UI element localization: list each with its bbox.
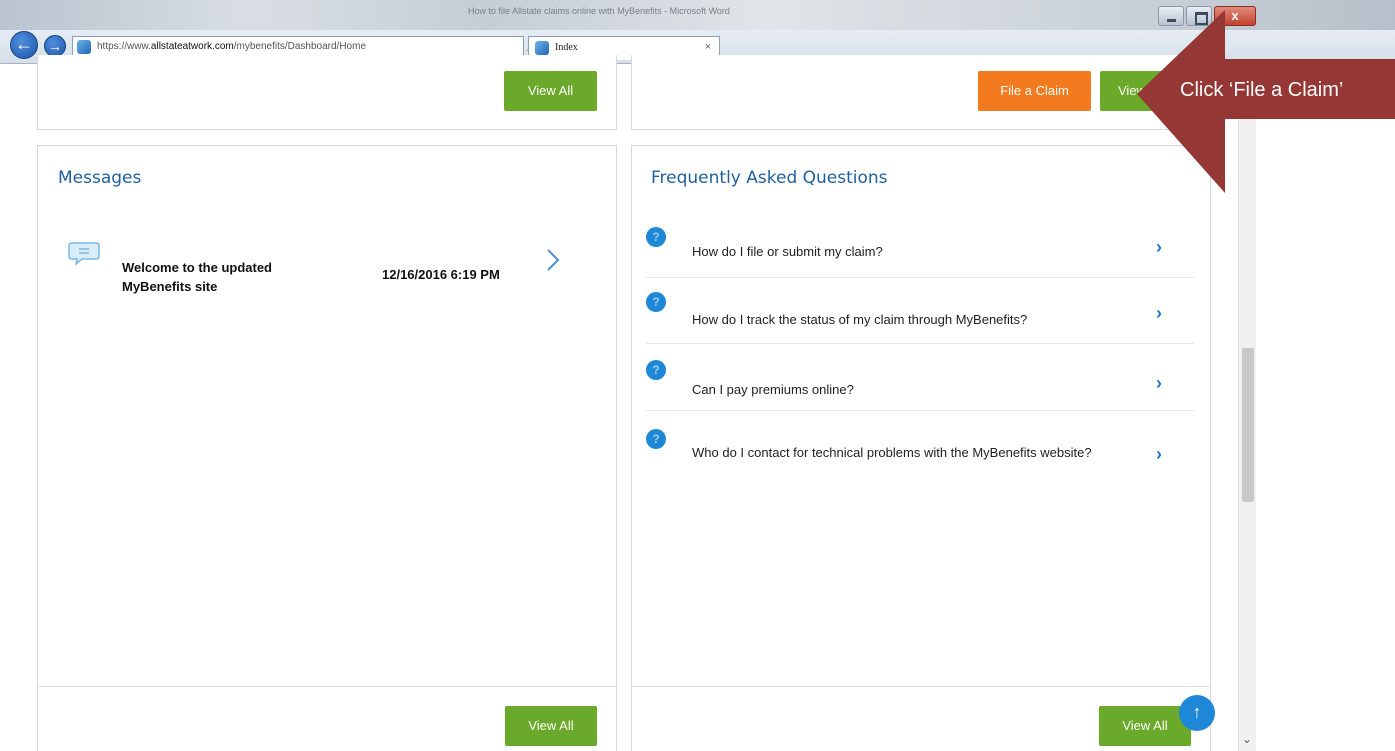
card-footer-divider: [38, 686, 616, 687]
chat-bubble-icon: [68, 242, 100, 265]
back-arrow-icon: ←: [15, 34, 33, 54]
question-icon: ?: [646, 360, 666, 380]
back-button[interactable]: ←: [10, 31, 38, 59]
site-favicon-icon: [77, 40, 91, 54]
chevron-right-icon[interactable]: ›: [1156, 444, 1162, 465]
url-prefix: https://www.: [97, 41, 151, 52]
url-text[interactable]: https://www.allstateatwork.com/mybenefit…: [97, 41, 366, 52]
window-title: How to file Allstate claims online with …: [468, 6, 730, 16]
chevron-right-icon[interactable]: ›: [1156, 303, 1162, 324]
scrollbar-thumb[interactable]: [1242, 348, 1254, 502]
forward-button[interactable]: →: [44, 35, 66, 57]
faq-question: Can I pay premiums online?: [692, 382, 854, 397]
top-left-card: View All: [37, 55, 617, 130]
messages-card: Messages Welcome to the updated MyBenefi…: [37, 145, 617, 751]
faq-item[interactable]: ? Who do I contact for technical problem…: [646, 426, 1194, 494]
faq-title: Frequently Asked Questions: [651, 168, 888, 188]
view-all-button[interactable]: View All: [1099, 706, 1191, 746]
card-footer-divider: [632, 686, 1210, 687]
forward-arrow-icon: →: [48, 38, 62, 54]
annotation-text: Click ‘File a Claim’: [1180, 79, 1344, 101]
question-icon: ?: [646, 292, 666, 312]
view-all-button[interactable]: View All: [505, 706, 597, 746]
faq-item[interactable]: ? How do I track the status of my claim …: [646, 288, 1194, 344]
tab-label: Index: [555, 42, 578, 53]
view-all-button[interactable]: View All: [504, 71, 597, 111]
message-title: Welcome to the updated MyBenefits site: [122, 260, 272, 294]
chevron-right-icon[interactable]: [541, 246, 565, 274]
faq-question: How do I file or submit my claim?: [692, 244, 883, 259]
question-icon: ?: [646, 429, 666, 449]
url-domain: allstateatwork.com: [150, 41, 234, 52]
back-to-top-button[interactable]: ↑: [1179, 695, 1215, 731]
faq-item[interactable]: ? How do I file or submit my claim? ›: [646, 224, 1194, 278]
faq-question: How do I track the status of my claim th…: [692, 312, 1028, 327]
file-a-claim-button[interactable]: File a Claim: [978, 71, 1091, 111]
tab-close-icon[interactable]: ×: [705, 41, 711, 53]
chevron-right-icon[interactable]: ›: [1156, 373, 1162, 394]
faq-item[interactable]: ? Can I pay premiums online? ›: [646, 356, 1194, 411]
top-right-card: File a Claim View All: [631, 55, 1211, 130]
messages-title: Messages: [58, 168, 142, 188]
chevron-down-icon[interactable]: ⌄: [1242, 732, 1252, 746]
tab-favicon-icon: [535, 41, 549, 55]
chevron-right-icon[interactable]: ›: [1156, 237, 1162, 258]
url-path: /mybenefits/Dashboard/Home: [233, 41, 367, 52]
arrow-up-icon: ↑: [1192, 702, 1202, 722]
question-icon: ?: [646, 227, 666, 247]
message-timestamp: 12/16/2016 6:19 PM: [382, 267, 500, 282]
faq-question: Who do I contact for technical problems …: [692, 445, 1092, 460]
faq-card: Frequently Asked Questions ? How do I fi…: [631, 145, 1211, 751]
